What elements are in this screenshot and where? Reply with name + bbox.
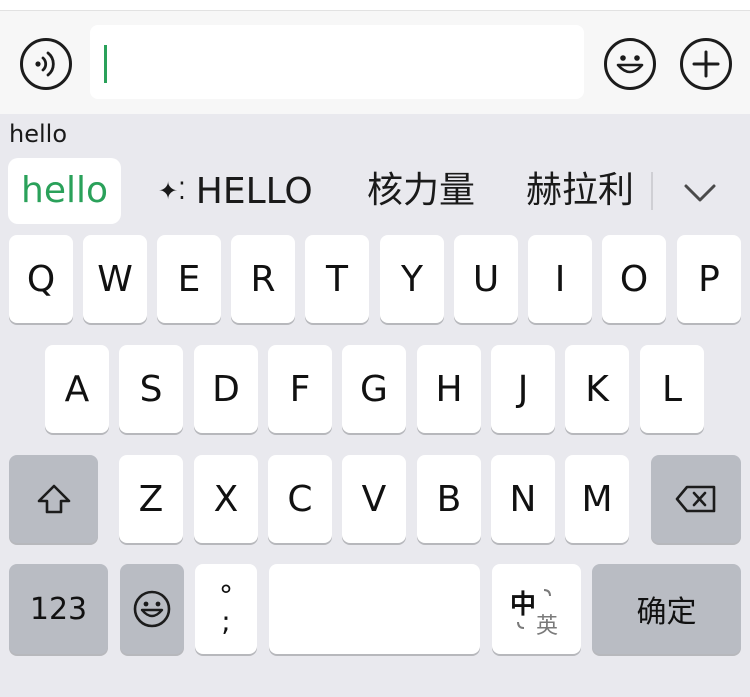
- shift-key[interactable]: [9, 455, 98, 543]
- key-a[interactable]: A: [45, 345, 109, 433]
- voice-icon: [35, 51, 55, 77]
- key-label: M: [581, 478, 613, 520]
- key-label: 123: [29, 591, 88, 627]
- key-h[interactable]: H: [417, 345, 481, 433]
- key-t[interactable]: T: [305, 235, 369, 323]
- candidate-label: hello: [21, 170, 108, 211]
- ai-sparkle-icon: ✦⁚: [158, 177, 186, 205]
- key-label: U: [472, 258, 500, 300]
- key-label: Y: [401, 258, 423, 300]
- punctuation-key[interactable]: ° ;: [195, 564, 257, 654]
- key-x[interactable]: X: [194, 455, 258, 543]
- candidate-label: HELLO: [195, 171, 313, 212]
- punct-bottom-label: ;: [221, 605, 231, 638]
- chevron-down-icon: [684, 184, 716, 202]
- expand-candidates-button[interactable]: [682, 178, 718, 208]
- key-label: T: [326, 258, 348, 300]
- text-caret: [104, 45, 107, 83]
- key-label: G: [360, 368, 388, 410]
- candidate-label: 核力量: [367, 170, 476, 211]
- key-u[interactable]: U: [454, 235, 518, 323]
- key-label: O: [619, 258, 649, 300]
- voice-input-button[interactable]: [20, 38, 72, 90]
- candidate-hello[interactable]: hello: [8, 158, 121, 224]
- smiley-icon: [616, 55, 644, 74]
- candidate-3[interactable]: 核力量: [367, 158, 475, 224]
- key-label: X: [213, 478, 239, 520]
- key-label: L: [661, 368, 683, 410]
- composing-text: hello: [9, 120, 67, 148]
- key-label: E: [177, 258, 201, 300]
- key-s[interactable]: S: [119, 345, 183, 433]
- key-v[interactable]: V: [342, 455, 406, 543]
- key-z[interactable]: Z: [119, 455, 183, 543]
- key-r[interactable]: R: [231, 235, 295, 323]
- candidate-HELLO[interactable]: ✦⁚ HELLO: [158, 158, 313, 224]
- key-c[interactable]: C: [268, 455, 332, 543]
- key-label: N: [509, 478, 537, 520]
- backspace-icon: [675, 485, 716, 513]
- key-y[interactable]: Y: [380, 235, 444, 323]
- key-label: P: [698, 258, 720, 300]
- key-p[interactable]: P: [677, 235, 741, 323]
- emoji-button[interactable]: [604, 38, 656, 90]
- key-m[interactable]: M: [565, 455, 629, 543]
- key-b[interactable]: B: [417, 455, 481, 543]
- plus-icon: [692, 50, 720, 78]
- numbers-key[interactable]: 123: [9, 564, 108, 654]
- candidate-divider: [651, 172, 653, 210]
- key-label: S: [139, 368, 163, 410]
- confirm-key[interactable]: 确定: [592, 564, 741, 654]
- key-l[interactable]: L: [640, 345, 704, 433]
- key-k[interactable]: K: [565, 345, 629, 433]
- key-e[interactable]: E: [157, 235, 221, 323]
- top-strip: [0, 0, 750, 10]
- space-key[interactable]: [269, 564, 480, 654]
- key-label: B: [436, 478, 462, 520]
- backspace-key[interactable]: [651, 455, 741, 543]
- chat-input-bar: [0, 10, 750, 114]
- language-toggle-key[interactable]: 中 英: [492, 564, 581, 654]
- key-label: 确定: [636, 595, 697, 630]
- switch-arrows-icon: [517, 589, 551, 629]
- shift-icon: [37, 484, 70, 514]
- key-j[interactable]: J: [491, 345, 555, 433]
- key-label: F: [289, 368, 311, 410]
- key-label: V: [361, 478, 387, 520]
- key-label: D: [212, 368, 240, 410]
- key-n[interactable]: N: [491, 455, 555, 543]
- key-label: J: [517, 368, 529, 410]
- key-label: Z: [138, 478, 164, 520]
- key-label: Q: [26, 258, 56, 300]
- key-i[interactable]: I: [528, 235, 592, 323]
- key-g[interactable]: G: [342, 345, 406, 433]
- candidate-label: 赫拉利: [526, 170, 635, 211]
- key-label: H: [435, 368, 463, 410]
- key-label: A: [64, 368, 90, 410]
- candidate-4[interactable]: 赫拉利: [526, 158, 634, 224]
- key-o[interactable]: O: [602, 235, 666, 323]
- key-w[interactable]: W: [83, 235, 147, 323]
- key-q[interactable]: Q: [9, 235, 73, 323]
- emoji-keyboard-key[interactable]: [120, 564, 184, 654]
- key-label: I: [554, 258, 566, 300]
- key-label: K: [585, 368, 609, 410]
- message-input[interactable]: [90, 25, 584, 99]
- smiley-icon: [133, 590, 171, 628]
- key-label: R: [250, 258, 276, 300]
- key-label: C: [287, 478, 313, 520]
- key-f[interactable]: F: [268, 345, 332, 433]
- key-label: W: [97, 258, 133, 300]
- more-options-button[interactable]: [680, 38, 732, 90]
- key-d[interactable]: D: [194, 345, 258, 433]
